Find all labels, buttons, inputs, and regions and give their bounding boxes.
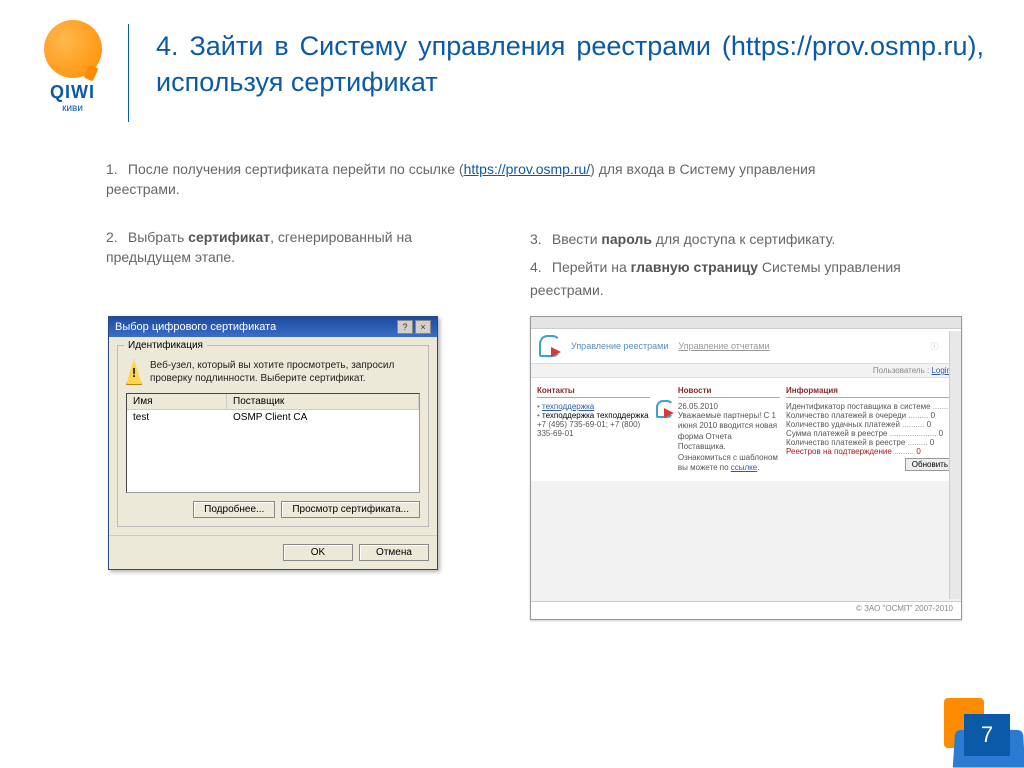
brand-name: QIWI [30, 82, 115, 103]
user-row: Пользователь : Login [531, 364, 961, 377]
certificate-dialog: Выбор цифрового сертификата ? × Идентифи… [108, 316, 438, 570]
contacts-header: Контакты [537, 386, 650, 398]
info-column: Информация Идентификатор поставщика в си… [786, 386, 955, 473]
news-header: Новости [678, 386, 780, 398]
identification-group: Идентификация ! Веб-узел, который вы хот… [117, 345, 429, 527]
browser-chrome-bar [531, 317, 961, 329]
dialog-titlebar: Выбор цифрового сертификата ? × [109, 317, 437, 337]
title-divider [128, 24, 129, 122]
page-number: 7 [964, 714, 1010, 756]
news-column: Новости 26.05.2010 Уважаемые партнеры! С… [656, 386, 780, 473]
ok-button[interactable]: OK [283, 544, 353, 561]
news-link[interactable]: ссылке [731, 463, 757, 472]
tab-reports[interactable]: Управление отчетами [678, 341, 769, 351]
group-label: Идентификация [124, 340, 207, 351]
tab-registries[interactable]: Управление реестрами [571, 341, 668, 351]
news-date: 26.05.2010 [678, 402, 780, 411]
step-2: 2. Выбрать сертификат, сгенерированный н… [106, 228, 466, 267]
certificate-list[interactable]: Имя Поставщик test OSMP Client CA [126, 393, 420, 493]
steps-right: 3. Ввести пароль для доступа к сертифика… [530, 228, 960, 301]
osmp-link[interactable]: https://prov.osmp.ru/ [464, 161, 591, 177]
brand-logo: QIWI киви [30, 20, 115, 114]
qiwi-circle-icon [44, 20, 102, 78]
scrollbar[interactable] [949, 331, 961, 599]
step-1: 1. После получения сертификата перейти п… [106, 160, 844, 199]
support-link[interactable]: техподдержка [542, 402, 594, 411]
slide-title: 4. Зайти в Систему управления реестрами … [156, 28, 984, 101]
contacts-column: Контакты • техподдержка • техподдержка т… [537, 386, 650, 473]
page-footer: © ЗАО "ОСМП" 2007-2010 [531, 601, 961, 619]
osmp-logo-icon [539, 335, 561, 357]
refresh-button[interactable]: Обновить [905, 458, 955, 471]
registry-page-preview: Управление реестрами Управление отчетами… [530, 316, 962, 620]
news-body: Уважаемые партнеры! С 1 июня 2010 вводит… [678, 411, 780, 473]
brand-sub: киви [30, 103, 115, 114]
warning-icon: ! [126, 359, 142, 385]
help-icon[interactable]: ⓘ [931, 341, 939, 352]
cancel-button[interactable]: Отмена [359, 544, 429, 561]
osmp-mini-logo-icon [656, 400, 674, 418]
view-cert-button[interactable]: Просмотр сертификата... [281, 501, 420, 518]
step-4: 4. Перейти на главную страницу Системы у… [530, 256, 960, 301]
list-item[interactable]: test OSMP Client CA [127, 410, 419, 425]
col-supplier-header[interactable]: Поставщик [227, 394, 419, 409]
info-header: Информация [786, 386, 955, 398]
step-3: 3. Ввести пароль для доступа к сертифика… [530, 228, 960, 250]
support-phones: +7 (495) 735-69-01; +7 (800) 335-69-01 [537, 420, 650, 438]
warning-text: Веб-узел, который вы хотите просмотреть,… [150, 359, 420, 385]
more-button[interactable]: Подробнее... [193, 501, 275, 518]
close-button[interactable]: × [415, 320, 431, 334]
col-name-header[interactable]: Имя [127, 394, 227, 409]
help-button[interactable]: ? [397, 320, 413, 334]
dialog-title: Выбор цифрового сертификата [115, 321, 276, 333]
